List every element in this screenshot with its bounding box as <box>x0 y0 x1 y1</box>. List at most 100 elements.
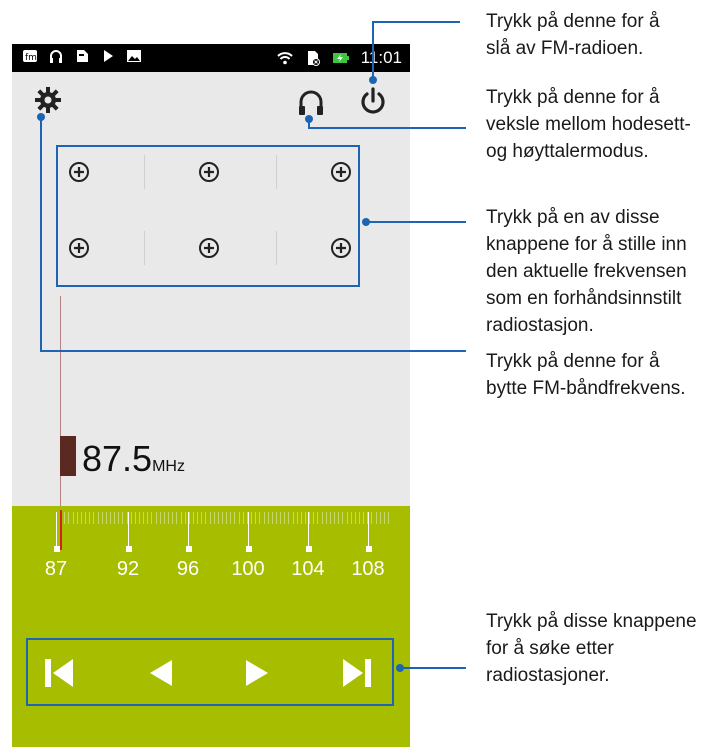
dial-tick-minor <box>222 512 223 524</box>
dial-tick-minor <box>288 512 290 524</box>
headset-icon[interactable] <box>296 88 326 118</box>
dial-tick-minor <box>259 512 261 524</box>
seek-forward-button[interactable] <box>240 656 274 690</box>
dial-tick-dot <box>245 546 252 552</box>
callout-power-line: slå av FM-radioen. <box>486 38 644 59</box>
frequency-dial[interactable]: 87 92 96 100 104 108 <box>12 506 410 747</box>
dial-tick-minor <box>180 512 182 524</box>
dial-tick-minor <box>251 512 253 524</box>
dial-tick-minor <box>184 512 186 524</box>
dial-tick-minor <box>64 512 66 524</box>
dial-tick-dot <box>305 546 312 552</box>
callout-settings-line: Trykk på denne for å <box>486 351 660 372</box>
dial-tick-minor <box>263 512 265 524</box>
dial-tick-minor <box>300 512 302 524</box>
skip-back-button[interactable] <box>42 656 76 690</box>
dial-tick-minor <box>379 512 381 524</box>
dial-tick-minor <box>230 512 232 524</box>
dial-tick-minor <box>363 512 365 524</box>
dial-tick-minor <box>159 512 161 524</box>
dial-tick-minor <box>350 512 352 524</box>
dial-tick-minor <box>118 512 120 524</box>
dial-tick-minor <box>388 512 389 524</box>
plus-circle-icon <box>69 238 89 258</box>
dial-label: 96 <box>176 558 200 580</box>
headset-notif-icon <box>50 50 62 63</box>
dial-tick-minor <box>101 512 103 524</box>
power-icon[interactable] <box>358 86 388 116</box>
dial-tick-minor <box>209 512 211 524</box>
image-icon <box>127 50 141 62</box>
dial-tick-minor <box>201 512 203 524</box>
dial-tick-minor <box>234 512 236 524</box>
callout-power-line: Trykk på denne for å <box>486 11 660 32</box>
preset-divider <box>276 231 277 265</box>
preset-divider <box>144 155 145 189</box>
dial-tick-minor <box>213 512 215 524</box>
dial-tick-minor <box>192 512 194 524</box>
skip-forward-icon <box>343 659 371 687</box>
gear-icon[interactable] <box>34 86 62 114</box>
dial-tick-dot <box>125 546 132 552</box>
dial-tick-minor <box>80 512 82 524</box>
preset-button-3[interactable] <box>330 161 352 183</box>
skip-forward-button[interactable] <box>340 656 374 690</box>
dial-tick-dot <box>365 546 372 552</box>
plus-circle-icon <box>199 162 219 182</box>
dial-tick-major <box>308 512 309 546</box>
dial-tick-minor <box>305 512 306 524</box>
plus-circle-icon <box>69 162 89 182</box>
preset-button-1[interactable] <box>68 161 90 183</box>
dial-tick-major <box>188 512 189 546</box>
preset-button-6[interactable] <box>330 237 352 259</box>
dial-tick-minor <box>89 512 91 524</box>
dial-tick-minor <box>325 512 327 524</box>
preset-button-4[interactable] <box>68 237 90 259</box>
dial-tick-minor <box>238 512 240 524</box>
dial-tick-minor <box>155 512 157 524</box>
plus-circle-icon <box>331 162 351 182</box>
dial-tick-minor <box>267 512 269 524</box>
dial-tick-minor <box>147 512 149 524</box>
dial-tick-minor <box>176 512 178 524</box>
dial-label: 87 <box>44 558 68 580</box>
dial-tick-minor <box>354 512 356 524</box>
dial-tick-minor <box>371 512 373 524</box>
preset-button-2[interactable] <box>198 161 220 183</box>
dial-tick-minor <box>85 512 87 524</box>
dial-tick-minor <box>321 512 323 524</box>
battery-charging-icon <box>332 53 349 63</box>
dial-ticks: 87 92 96 100 104 108 <box>12 506 410 580</box>
dial-label: 108 <box>351 558 385 580</box>
dial-tick-minor <box>172 512 174 524</box>
preset-button-5[interactable] <box>198 237 220 259</box>
dial-tick-minor <box>151 512 153 524</box>
dial-tick-minor <box>338 512 340 524</box>
dial-tick-minor <box>346 512 348 524</box>
callout-seek-line: for å søke etter <box>486 638 614 659</box>
dial-tick-minor <box>329 512 331 524</box>
callout-settings-line: bytte FM-båndfrekvens. <box>486 378 686 399</box>
dial-tick-minor <box>242 512 244 524</box>
dial-tick-minor <box>139 512 140 524</box>
callout-seek-line: Trykk på disse knappene <box>486 611 697 632</box>
wifi-icon <box>277 52 293 65</box>
callout-seek-line: radiostasjoner. <box>486 665 610 686</box>
status-time: 11:01 <box>360 48 402 67</box>
dial-tick-minor <box>271 512 273 524</box>
dial-tick-minor <box>114 512 116 524</box>
dial-tick-minor <box>309 512 311 524</box>
dial-tick-minor <box>217 512 219 524</box>
dial-tick-major <box>128 512 129 546</box>
dial-tick-minor <box>284 512 286 524</box>
dial-tick-major <box>56 512 57 546</box>
preset-divider <box>276 155 277 189</box>
dial-tick-minor <box>205 512 207 524</box>
skip-back-icon <box>45 659 73 687</box>
no-sim-icon <box>307 51 320 66</box>
plus-circle-icon <box>331 238 351 258</box>
seek-back-button[interactable] <box>144 656 178 690</box>
dial-tick-minor <box>105 512 107 524</box>
dial-tick-minor <box>97 512 99 524</box>
toolbar <box>12 72 410 132</box>
